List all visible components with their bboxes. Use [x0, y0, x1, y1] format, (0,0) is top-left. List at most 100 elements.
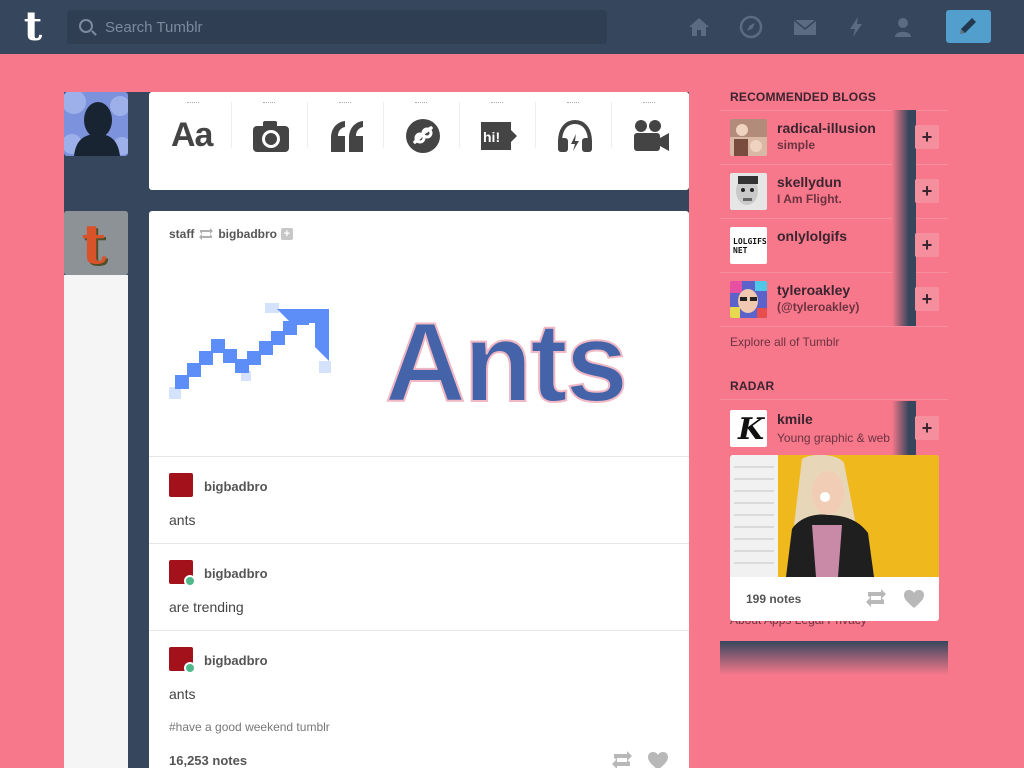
recommended-blog[interactable]: skellydun I Am Flight. + [720, 164, 948, 218]
reblog-entry: bigbadbro ants [149, 630, 689, 717]
reblogger-avatar[interactable] [169, 560, 196, 587]
dots-decoration [263, 102, 275, 104]
dots-decoration [643, 102, 655, 104]
fade-bar [892, 218, 916, 272]
reblogged-from[interactable]: bigbadbro [218, 227, 277, 241]
post-type-bar: Aa hi! [149, 92, 689, 190]
post-type-chat[interactable]: hi! [459, 102, 535, 162]
dots-decoration [187, 102, 199, 104]
search-box[interactable] [67, 10, 607, 44]
post-type-link[interactable] [383, 102, 459, 162]
reblog-icon [199, 228, 214, 240]
blog-avatar[interactable] [730, 173, 767, 210]
reblog-body: ants [169, 686, 196, 702]
blog-name[interactable]: skellydun [777, 174, 842, 190]
reblogger-avatar[interactable] [169, 473, 193, 497]
top-bar: t [0, 0, 1024, 54]
post-type-quote[interactable] [307, 102, 383, 162]
trending-arrow-icon [175, 309, 329, 389]
post-type-photo[interactable] [231, 102, 307, 162]
blog-avatar-text: LOLGIFS. NET [733, 237, 767, 255]
compose-button[interactable] [946, 10, 991, 43]
tumblr-staff-avatar-image: t t [64, 211, 128, 275]
reblog-entry: bigbadbro ants [149, 456, 689, 543]
post-type-text[interactable]: Aa [155, 102, 231, 162]
fade-bar [892, 110, 916, 164]
reblog-badge-icon [184, 662, 196, 674]
staff-avatar[interactable]: t t [64, 211, 128, 275]
like-heart-icon[interactable] [647, 751, 669, 768]
messages-envelope-icon[interactable] [793, 15, 817, 39]
reblog-badge-icon [184, 575, 196, 587]
recommended-blog[interactable]: LOLGIFS. NET onlylolgifs + [720, 218, 948, 272]
post-header: staff bigbadbro + [169, 227, 294, 241]
radar-blog-name[interactable]: kmile [777, 411, 813, 427]
radar-like-heart-icon[interactable] [903, 589, 925, 609]
follow-blog-button[interactable]: + [915, 125, 939, 149]
post-type-video[interactable] [611, 102, 687, 162]
radar-blog[interactable]: K kmile Young graphic & web d + [720, 401, 948, 455]
home-icon[interactable] [687, 15, 711, 39]
explore-compass-icon[interactable] [739, 15, 763, 39]
fade-bar [892, 272, 916, 326]
follow-radar-button[interactable]: + [915, 416, 939, 440]
follow-blog-button[interactable]: + [915, 233, 939, 257]
tumblr-logo[interactable]: t [14, 7, 52, 47]
account-person-icon[interactable] [891, 15, 915, 39]
radar-photo[interactable] [730, 455, 939, 577]
radar-avatar-letter: K [738, 412, 765, 447]
blog-avatar[interactable]: LOLGIFS. NET [730, 227, 767, 264]
text-icon: Aa [171, 116, 213, 154]
search-icon [79, 19, 93, 33]
blog-name[interactable]: tyleroakley [777, 282, 850, 298]
blog-avatar-image [730, 281, 767, 318]
radar-post-card[interactable]: 199 notes [730, 455, 939, 621]
headphones-icon [558, 119, 592, 152]
divider [720, 326, 948, 327]
reblogger-name[interactable]: bigbadbro [204, 653, 268, 668]
user-avatar[interactable] [64, 92, 128, 156]
radar-blog-avatar[interactable]: K [730, 410, 767, 447]
dashboard-strip [128, 92, 149, 768]
blog-name[interactable]: onlylolgifs [777, 228, 847, 244]
pencil-icon [960, 18, 976, 34]
blog-title: I Am Flight. [777, 192, 842, 206]
explore-link[interactable]: Explore all of Tumblr [730, 335, 839, 349]
camera-icon [253, 121, 289, 152]
post-author[interactable]: staff [169, 227, 194, 241]
blog-avatar-image [730, 119, 767, 156]
blog-title: simple [777, 138, 816, 152]
radar-reblog-icon[interactable] [865, 589, 887, 607]
blog-title: (@tyleroakley) [777, 300, 860, 314]
dots-decoration [415, 102, 427, 104]
activity-lightning-icon[interactable] [844, 15, 868, 39]
follow-blog-button[interactable]: + [915, 287, 939, 311]
reblog-button-icon[interactable] [611, 751, 633, 768]
blog-name[interactable]: radical-illusion [777, 120, 876, 136]
follow-plus-icon[interactable]: + [281, 228, 294, 240]
radar-blog-title: Young graphic & web d [777, 431, 900, 445]
dots-decoration [567, 102, 579, 104]
silhouette-avatar-image [64, 92, 128, 156]
radar-notes-count[interactable]: 199 notes [746, 592, 801, 606]
follow-blog-button[interactable]: + [915, 179, 939, 203]
sidebar-footer-fade [720, 641, 948, 675]
dashboard-post: staff bigbadbro + Ants bigbadbro ants bi… [149, 211, 689, 768]
blog-avatar[interactable] [730, 281, 767, 318]
blog-avatar[interactable] [730, 119, 767, 156]
post-notes-count[interactable]: 16,253 notes [169, 753, 247, 768]
reblogger-name[interactable]: bigbadbro [204, 479, 268, 494]
reblogger-name[interactable]: bigbadbro [204, 566, 268, 581]
trending-ants-image[interactable]: Ants [169, 301, 669, 411]
svg-text:t: t [82, 212, 107, 275]
post-type-audio[interactable] [535, 102, 611, 162]
divider [720, 399, 948, 400]
dots-decoration [339, 102, 351, 104]
recommended-blog[interactable]: tyleroakley (@tyleroakley) + [720, 272, 948, 326]
quote-icon [331, 121, 363, 152]
reblogger-avatar[interactable] [169, 647, 196, 674]
recommended-blog[interactable]: radical-illusion simple + [720, 110, 948, 164]
post-tags[interactable]: #have a good weekend tumblr [169, 720, 330, 734]
search-input[interactable] [105, 10, 595, 44]
fade-bar [892, 401, 916, 455]
